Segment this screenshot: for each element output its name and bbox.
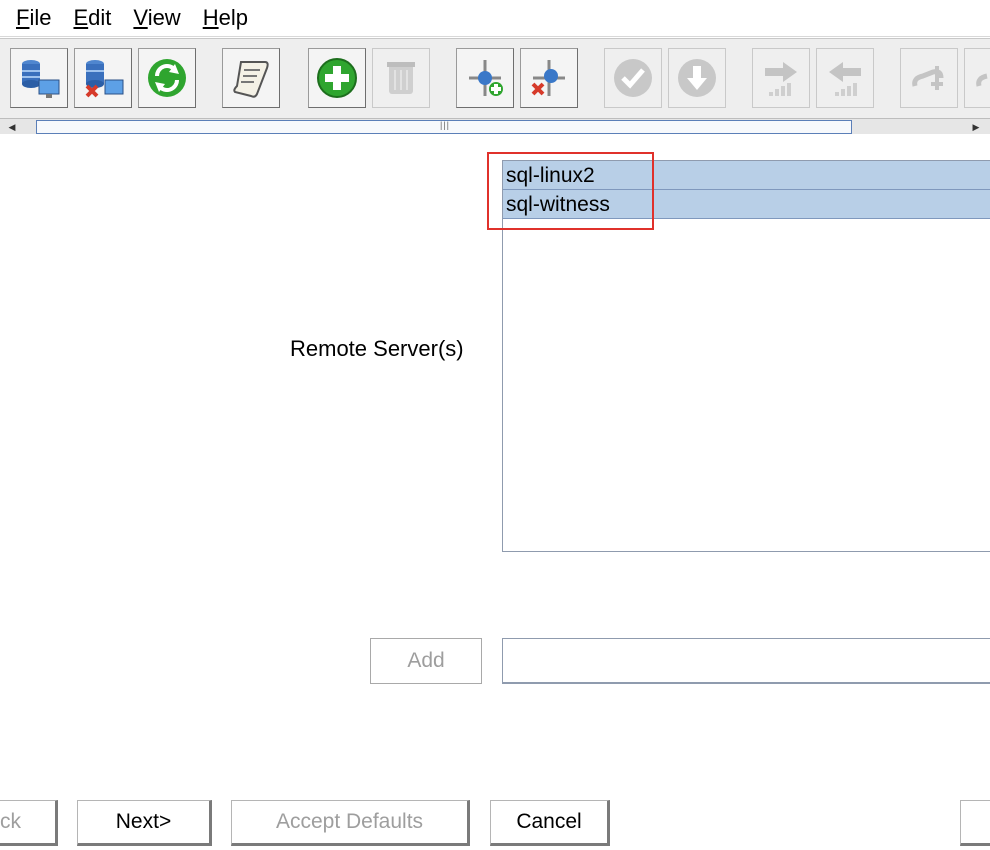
menu-help-label: elp bbox=[218, 5, 248, 30]
list-item[interactable]: sql-witness bbox=[503, 190, 990, 219]
unlink-button[interactable] bbox=[964, 48, 990, 108]
extend-hierarchy-button[interactable] bbox=[456, 48, 514, 108]
switchover-back-icon bbox=[829, 62, 861, 96]
list-item[interactable]: sql-linux2 bbox=[503, 161, 990, 190]
create-resource-button[interactable] bbox=[308, 48, 366, 108]
horizontal-scrollbar[interactable]: ◀ ||| ▶ bbox=[0, 118, 990, 135]
menu-help[interactable]: Help bbox=[203, 5, 248, 31]
out-of-service-icon bbox=[678, 59, 716, 97]
connect-server-icon bbox=[22, 60, 60, 98]
partial-button[interactable] bbox=[960, 800, 990, 846]
menu-view[interactable]: View bbox=[133, 5, 180, 31]
out-of-service-button[interactable] bbox=[668, 48, 726, 108]
switchover-forward-icon bbox=[765, 62, 797, 96]
unextend-hierarchy-button[interactable] bbox=[520, 48, 578, 108]
add-button[interactable]: Add bbox=[370, 638, 482, 684]
in-service-icon bbox=[614, 59, 652, 97]
add-server-input[interactable] bbox=[502, 638, 990, 684]
toolbar bbox=[0, 38, 990, 119]
extend-hierarchy-icon bbox=[469, 60, 503, 96]
next-button[interactable]: Next> bbox=[77, 800, 212, 846]
menu-help-mnemonic: H bbox=[202, 5, 219, 30]
menu-file-label: ile bbox=[29, 5, 52, 30]
cancel-button[interactable]: Cancel bbox=[490, 800, 610, 846]
unlink-icon bbox=[976, 73, 988, 87]
refresh-button[interactable] bbox=[138, 48, 196, 108]
connect-server-button[interactable] bbox=[10, 48, 68, 108]
back-button[interactable]: < Back bbox=[0, 800, 58, 846]
scroll-left-icon[interactable]: ◀ bbox=[6, 121, 18, 133]
in-service-button[interactable] bbox=[604, 48, 662, 108]
scrollbar-grip: ||| bbox=[440, 120, 451, 130]
scroll-right-icon[interactable]: ▶ bbox=[970, 121, 982, 133]
delete-resource-button[interactable] bbox=[372, 48, 430, 108]
create-resource-icon bbox=[317, 58, 357, 98]
remote-server-list[interactable]: sql-linux2 sql-witness bbox=[502, 160, 990, 552]
disconnect-server-icon bbox=[85, 60, 124, 98]
menu-file-mnemonic: F bbox=[16, 5, 30, 30]
menu-view-mnemonic: V bbox=[133, 5, 148, 30]
menu-bar: File Edit View Help bbox=[0, 0, 990, 37]
menu-view-label: iew bbox=[147, 5, 181, 30]
unextend-hierarchy-icon bbox=[531, 60, 565, 96]
menu-edit[interactable]: Edit bbox=[73, 5, 111, 31]
switchover-back-button[interactable] bbox=[816, 48, 874, 108]
link-button[interactable] bbox=[900, 48, 958, 108]
accept-defaults-button[interactable]: Accept Defaults bbox=[231, 800, 470, 846]
remote-servers-label: Remote Server(s) bbox=[290, 336, 464, 361]
menu-file[interactable]: File bbox=[16, 5, 51, 31]
menu-edit-label: dit bbox=[88, 5, 112, 30]
script-scroll-button[interactable] bbox=[222, 48, 280, 108]
link-icon bbox=[912, 66, 944, 90]
refresh-icon bbox=[148, 59, 186, 97]
delete-resource-icon bbox=[387, 62, 415, 94]
disconnect-server-button[interactable] bbox=[74, 48, 132, 108]
script-scroll-icon bbox=[233, 61, 269, 98]
switchover-forward-button[interactable] bbox=[752, 48, 810, 108]
menu-edit-mnemonic: E bbox=[73, 5, 89, 30]
wizard-content: Remote Server(s) sql-linux2 sql-witness … bbox=[0, 134, 990, 850]
